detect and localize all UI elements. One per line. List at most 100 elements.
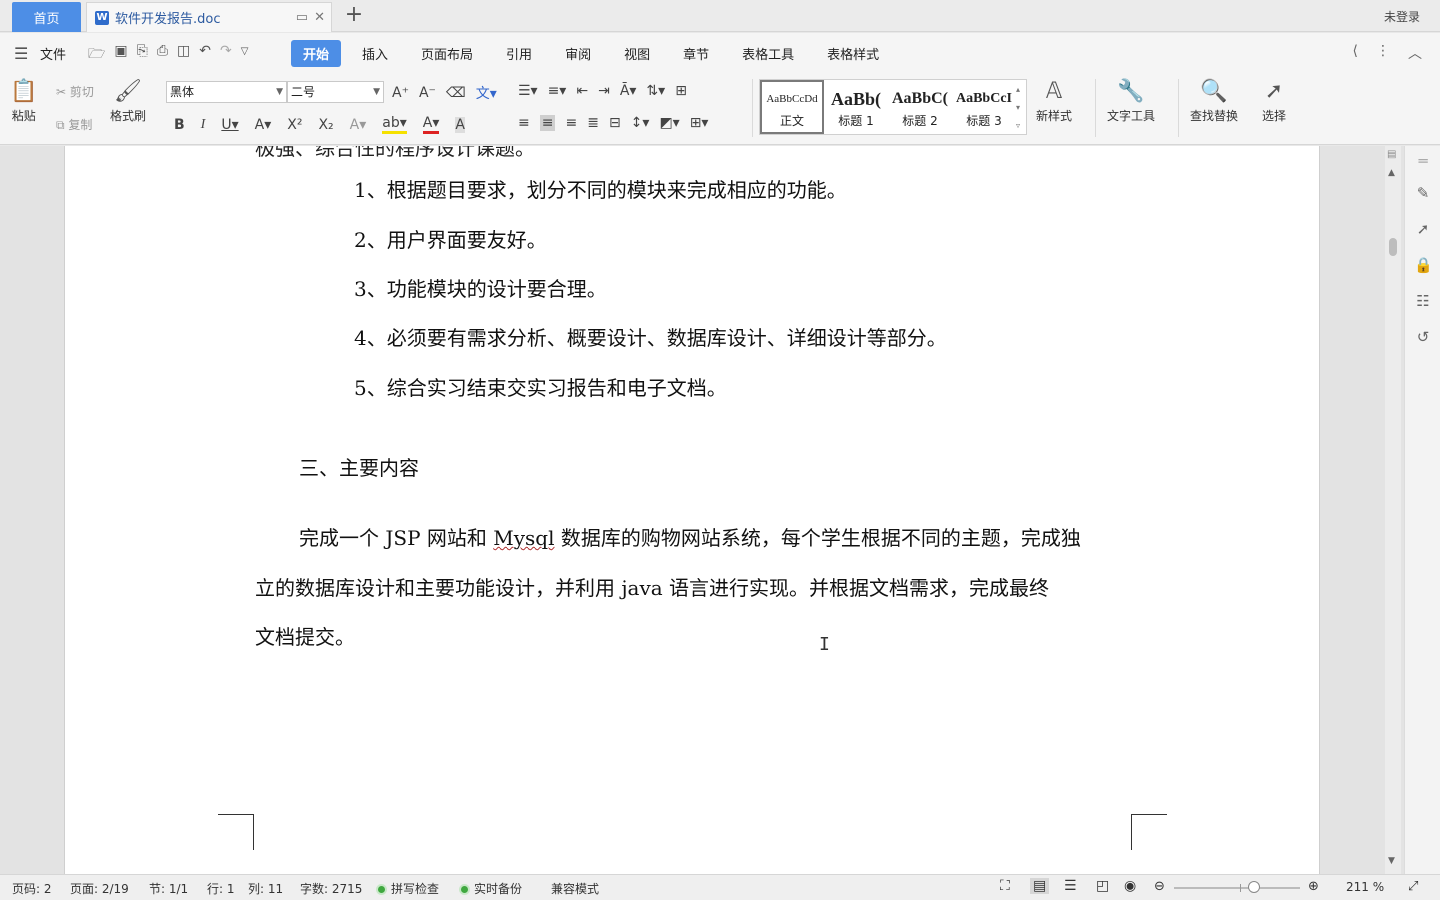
decrease-indent-icon[interactable]: ⇤: [576, 83, 588, 99]
page-view-icon[interactable]: ▤: [1030, 878, 1050, 894]
edit-icon[interactable]: ✎: [1414, 184, 1432, 202]
document-page[interactable]: 极强、综合性的程序设计课题。 1、根据题目要求，划分不同的模块来完成相应的功能。…: [64, 146, 1320, 874]
expand-icon[interactable]: ▿: [1016, 121, 1026, 130]
new-style-button[interactable]: 𝔸 新样式: [1036, 77, 1072, 124]
settings-sliders-icon[interactable]: ☷: [1414, 292, 1432, 310]
style-scroll[interactable]: ▴ ▾ ▿: [1016, 80, 1026, 134]
web-view-icon[interactable]: ◰: [1096, 878, 1109, 894]
save-icon[interactable]: ▣: [114, 43, 127, 67]
align-right-icon[interactable]: ≡: [565, 115, 577, 131]
line-spacing-icon[interactable]: ↕▾: [631, 115, 650, 131]
phonetic-icon[interactable]: 文▾: [476, 83, 497, 103]
spell-check-toggle[interactable]: 拼写检查: [376, 880, 439, 897]
print-icon[interactable]: ⎙: [157, 43, 168, 67]
bullet-list-icon[interactable]: ☰▾: [518, 83, 538, 99]
vertical-scrollbar[interactable]: ▤ ▲ ▼: [1385, 146, 1401, 874]
align-left-icon[interactable]: ≡: [518, 115, 530, 131]
outline-view-icon[interactable]: ☰: [1064, 878, 1077, 894]
strikethrough-icon[interactable]: A▾: [255, 117, 272, 133]
tab-page-layout[interactable]: 页面布局: [409, 40, 485, 67]
superscript-icon[interactable]: X²: [287, 117, 302, 133]
zoom-slider[interactable]: [1174, 881, 1300, 893]
tab-home[interactable]: 首页: [12, 2, 81, 32]
font-size-select[interactable]: 二号 ▼: [287, 81, 384, 103]
numbered-list-icon[interactable]: ≡▾: [548, 83, 567, 99]
justify-icon[interactable]: ≣: [587, 115, 599, 131]
increase-indent-icon[interactable]: ⇥: [598, 83, 610, 99]
export-icon[interactable]: ⎘: [137, 43, 148, 67]
align-center-icon[interactable]: ≡: [539, 115, 556, 131]
tab-table-style[interactable]: 表格样式: [815, 40, 891, 67]
tab-chapter[interactable]: 章节: [671, 40, 721, 67]
borders-table-icon[interactable]: ⊞: [675, 83, 687, 99]
login-status[interactable]: 未登录: [1384, 8, 1420, 25]
bold-icon[interactable]: B: [174, 117, 185, 133]
redo-icon[interactable]: ↷: [220, 43, 232, 67]
copy-button[interactable]: ⧉ 复制: [56, 116, 92, 133]
chinese-layout-icon[interactable]: Ā▾: [620, 83, 637, 99]
share-icon[interactable]: ⟨: [1353, 43, 1358, 63]
zoom-level[interactable]: 211 %: [1346, 880, 1384, 894]
text-effect-icon[interactable]: A▾: [350, 117, 367, 133]
eye-protection-icon[interactable]: ◉: [1124, 878, 1136, 894]
zoom-out-icon[interactable]: ⊖: [1154, 879, 1165, 894]
file-menu[interactable]: 文件: [40, 44, 66, 63]
undo-icon[interactable]: ↶: [199, 43, 211, 67]
history-icon[interactable]: ↺: [1414, 328, 1432, 346]
tab-document[interactable]: W 软件开发报告.doc ▭ ✕: [86, 2, 332, 32]
select-button[interactable]: ➚ 选择: [1262, 77, 1286, 124]
close-tab-icon[interactable]: ✕: [314, 10, 325, 25]
clear-format-icon[interactable]: ⌫: [446, 85, 466, 101]
char-shading-icon[interactable]: A: [455, 116, 465, 133]
print-preview-icon[interactable]: ◫: [177, 43, 190, 67]
collapse-ribbon-icon[interactable]: ︿: [1408, 43, 1422, 63]
font-name-select[interactable]: 黑体 ▼: [166, 81, 287, 103]
tab-review[interactable]: 审阅: [553, 40, 603, 67]
style-heading-2[interactable]: AaBbC( 标题 2: [888, 80, 952, 134]
tab-references[interactable]: 引用: [494, 40, 544, 67]
subscript-icon[interactable]: X₂: [318, 117, 333, 133]
status-word-count[interactable]: 字数: 2715: [300, 880, 362, 897]
status-column[interactable]: 列: 11: [248, 880, 283, 897]
style-heading-1[interactable]: AaBb( 标题 1: [824, 80, 888, 134]
open-icon[interactable]: 🗁: [88, 43, 105, 67]
style-normal[interactable]: AaBbCcDd 正文: [760, 80, 824, 134]
tab-start[interactable]: 开始: [291, 40, 342, 67]
italic-icon[interactable]: I: [201, 117, 206, 133]
float-window-icon[interactable]: ▭: [296, 10, 308, 25]
paste-button[interactable]: 📋 粘贴: [10, 77, 37, 124]
customize-dropdown-icon[interactable]: ▽: [241, 43, 249, 67]
highlight-icon[interactable]: ab▾: [382, 115, 407, 134]
backup-toggle[interactable]: 实时备份: [459, 880, 522, 897]
tab-view[interactable]: 视图: [612, 40, 662, 67]
chevron-down-icon[interactable]: ▾: [1016, 103, 1026, 112]
style-heading-3[interactable]: AaBbCcI 标题 3: [952, 80, 1016, 134]
status-page-code[interactable]: 页码: 2: [12, 880, 52, 897]
hamburger-icon[interactable]: ☰: [14, 44, 28, 63]
spell-error-word[interactable]: Mysql: [493, 526, 554, 550]
status-row[interactable]: 行: 1: [207, 880, 235, 897]
cut-button[interactable]: ✂ 剪切: [56, 83, 94, 100]
tab-insert[interactable]: 插入: [350, 40, 400, 67]
tab-table-tools[interactable]: 表格工具: [730, 40, 806, 67]
chevron-up-icon[interactable]: ▴: [1016, 85, 1026, 94]
split-icon[interactable]: ▤: [1387, 149, 1396, 160]
fullscreen-icon[interactable]: ⤢: [1408, 879, 1418, 894]
border-icon[interactable]: ⊞▾: [690, 115, 709, 131]
scroll-thumb[interactable]: [1389, 238, 1397, 256]
lock-icon[interactable]: 🔒: [1414, 256, 1433, 274]
scroll-down-icon[interactable]: ▼: [1388, 856, 1395, 866]
zoom-in-icon[interactable]: ⊕: [1308, 879, 1319, 894]
distribute-icon[interactable]: ⊟: [609, 115, 621, 131]
line-sort-icon[interactable]: ⇅▾: [646, 83, 665, 99]
zoom-slider-handle[interactable]: [1248, 881, 1260, 893]
shading-icon[interactable]: ◩▾: [659, 115, 679, 131]
font-color-icon[interactable]: A▾: [422, 115, 440, 134]
collapse-panel-icon[interactable]: ═: [1414, 152, 1432, 170]
grow-font-icon[interactable]: A⁺: [392, 85, 409, 101]
format-painter-button[interactable]: 🖌 格式刷: [110, 77, 146, 124]
more-icon[interactable]: ⋮: [1376, 43, 1390, 63]
status-page[interactable]: 页面: 2/19: [70, 880, 129, 897]
focus-mode-icon[interactable]: ⛶: [1000, 878, 1010, 894]
scroll-up-icon[interactable]: ▲: [1388, 168, 1395, 178]
